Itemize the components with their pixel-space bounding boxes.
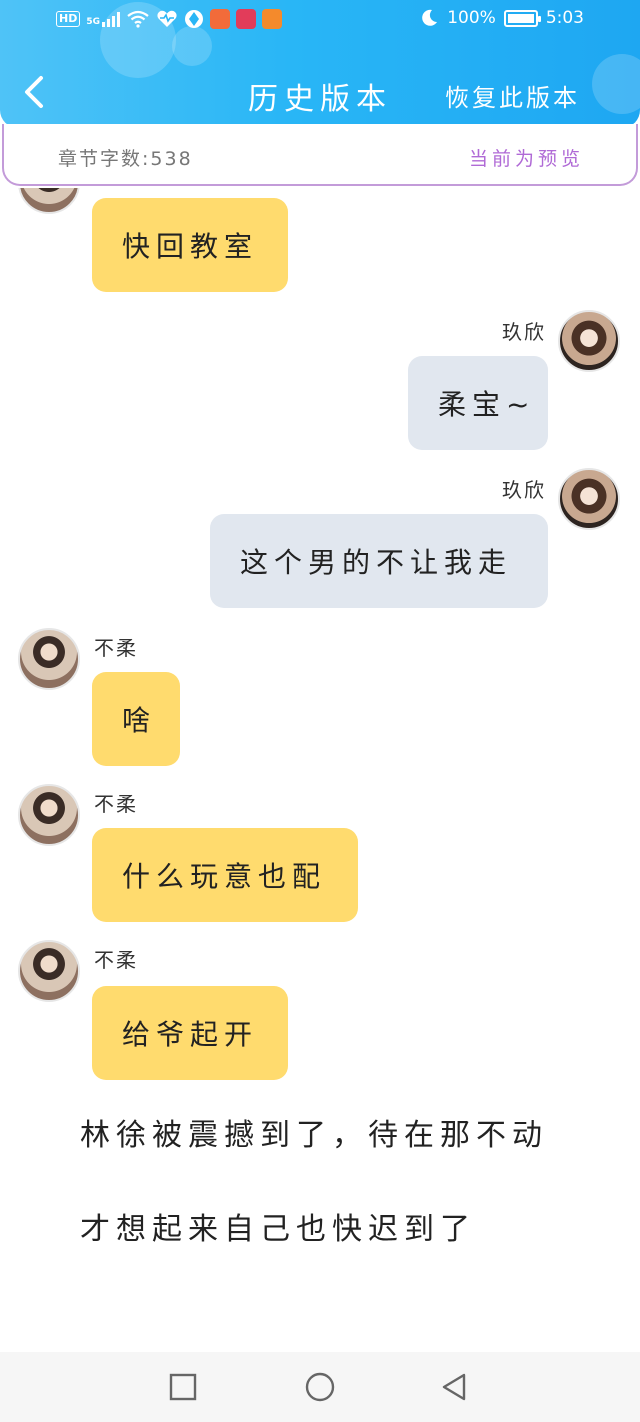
preview-status: 当前为预览	[468, 148, 584, 170]
moon-icon	[422, 9, 438, 26]
sender-name: 玖欣	[502, 478, 546, 502]
chapter-info-bar: 章节字数:538 当前为预览	[2, 124, 638, 186]
health-icon	[157, 10, 177, 28]
chat-bubble: 这个男的不让我走	[210, 514, 548, 608]
word-count-label: 章节字数:538	[58, 148, 193, 170]
app-icon	[262, 9, 282, 29]
avatar[interactable]	[558, 468, 620, 530]
network-type: 5G	[86, 17, 100, 27]
system-nav-bar	[0, 1352, 640, 1422]
sender-name: 不柔	[94, 792, 138, 816]
wifi-icon	[127, 10, 149, 28]
chat-content[interactable]: 快回教室 玖欣 柔宝~ 玖欣 这个男的不让我走 不柔 啥 不柔 什么玩意也配 不…	[0, 188, 640, 1352]
chat-bubble: 给爷起开	[92, 986, 288, 1080]
narration-paragraph: 才想起来自己也快迟到了	[80, 1212, 476, 1247]
sender-name: 不柔	[94, 636, 138, 660]
app-icon	[210, 9, 230, 29]
home-icon[interactable]	[303, 1370, 337, 1404]
battery-icon	[503, 9, 541, 27]
status-bar: HD 5G 100% 5:03	[0, 0, 640, 42]
chat-bubble: 啥	[92, 672, 180, 766]
avatar[interactable]	[558, 310, 620, 372]
clock: 5:03	[545, 8, 584, 28]
battery-percent: 100%	[447, 8, 496, 28]
avatar[interactable]	[18, 188, 80, 214]
avatar[interactable]	[18, 784, 80, 846]
sender-name: 玖欣	[502, 320, 546, 344]
signal-icon	[102, 11, 120, 27]
top-header: HD 5G 100% 5:03 历史版本 恢复此版本	[0, 0, 640, 128]
app-icon	[236, 9, 256, 29]
chat-bubble: 什么玩意也配	[92, 828, 358, 922]
app-icon	[185, 10, 203, 28]
sender-name: 不柔	[94, 948, 138, 972]
back-icon[interactable]	[438, 1370, 472, 1404]
narration-paragraph: 林徐被震撼到了，待在那不动	[80, 1118, 548, 1153]
avatar[interactable]	[18, 940, 80, 1002]
hd-badge: HD	[56, 11, 81, 27]
avatar[interactable]	[18, 628, 80, 690]
restore-version-button[interactable]: 恢复此版本	[445, 78, 580, 113]
chat-bubble: 柔宝~	[408, 356, 548, 450]
recent-apps-icon[interactable]	[166, 1370, 200, 1404]
chat-bubble: 快回教室	[92, 198, 288, 292]
